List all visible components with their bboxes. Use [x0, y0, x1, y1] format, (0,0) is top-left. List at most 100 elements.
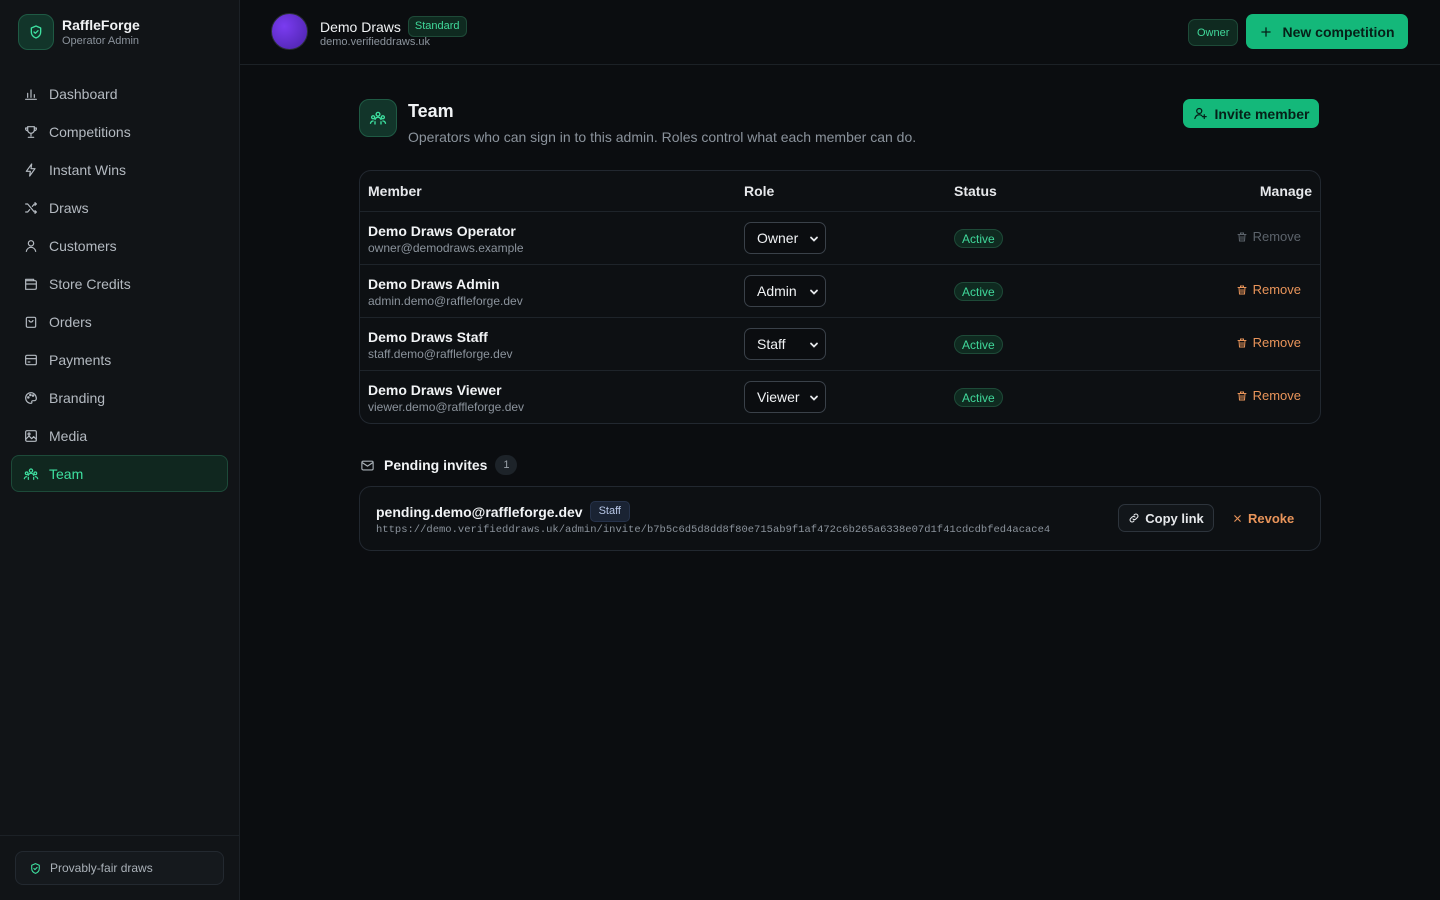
trash-icon — [1237, 391, 1247, 400]
tenant-logo — [271, 13, 308, 50]
image-icon — [25, 429, 37, 442]
trash-icon — [1237, 285, 1247, 294]
users-icon — [23, 467, 39, 480]
brand-name: RaffleForge — [62, 16, 140, 33]
shuffle-icon — [25, 201, 37, 214]
status-badge: Active — [954, 335, 1003, 354]
page-title: Team — [408, 101, 454, 121]
trophy-icon — [24, 125, 38, 138]
member-email: viewer.demo@raffleforge.dev — [368, 400, 525, 414]
status-badge: Active — [954, 388, 1003, 407]
chevron-down-icon — [810, 289, 818, 295]
plus-icon — [1261, 26, 1272, 37]
sidebar-item-branding[interactable]: Branding — [11, 379, 228, 416]
topbar: Demo Draws Standard demo.verifieddraws.u… — [240, 0, 1440, 65]
mail-icon — [361, 460, 374, 470]
role-badge: Owner — [1188, 19, 1239, 46]
copy-link-button[interactable]: Copy link — [1118, 504, 1214, 532]
remove-member-button: Remove — [1236, 229, 1301, 244]
close-icon — [1234, 514, 1241, 522]
role-select-value: Staff — [757, 336, 786, 352]
member-name: Demo Draws Staff — [368, 329, 488, 345]
bag-icon — [25, 316, 37, 328]
invite-link: https://demo.verifieddraws.uk/admin/invi… — [376, 524, 1051, 536]
invite-email: pending.demo@raffleforge.dev — [376, 503, 583, 520]
provably-fair-label: Provably-fair draws — [50, 861, 153, 875]
role-select-value: Viewer — [757, 389, 800, 405]
member-name: Demo Draws Operator — [368, 223, 516, 239]
remove-label: Remove — [1252, 388, 1301, 403]
credit-card-icon — [25, 354, 37, 365]
sidebar-footer: Provably-fair draws — [0, 835, 239, 900]
brand-subtitle: Operator Admin — [62, 34, 140, 47]
header-manage: Manage — [1259, 183, 1312, 199]
invite-member-label: Invite member — [1214, 105, 1310, 122]
new-competition-label: New competition — [1282, 23, 1395, 40]
sidebar-item-dashboard[interactable]: Dashboard — [11, 75, 228, 112]
sidebar-item-label: Media — [49, 427, 88, 444]
table-header: Member Role Status Manage — [360, 171, 1320, 212]
user-plus-icon — [1193, 107, 1207, 120]
invite-card: pending.demo@raffleforge.dev Staff https… — [359, 486, 1321, 551]
new-competition-button[interactable]: New competition — [1246, 14, 1408, 49]
sidebar-item-label: Competitions — [49, 123, 131, 140]
role-select[interactable]: Staff — [744, 328, 826, 360]
remove-member-button[interactable]: Remove — [1236, 282, 1301, 297]
bolt-icon — [25, 162, 36, 177]
sidebar-item-label: Dashboard — [49, 85, 118, 102]
sidebar-item-draws[interactable]: Draws — [11, 189, 228, 226]
member-name: Demo Draws Viewer — [368, 382, 502, 398]
role-select-value: Owner — [757, 230, 799, 246]
role-select[interactable]: Admin — [744, 275, 826, 307]
header-role: Role — [744, 183, 775, 199]
remove-label: Remove — [1252, 229, 1301, 244]
sidebar-item-customers[interactable]: Customers — [11, 227, 228, 264]
sidebar-item-media[interactable]: Media — [11, 417, 228, 454]
tenant-name: Demo Draws — [320, 18, 401, 35]
member-email: admin.demo@raffleforge.dev — [368, 294, 523, 308]
sidebar-item-instant-wins[interactable]: Instant Wins — [11, 151, 228, 188]
status-badge: Active — [954, 282, 1003, 301]
sidebar-item-label: Orders — [49, 313, 92, 330]
sidebar-item-label: Draws — [49, 199, 89, 216]
revoke-invite-button[interactable]: Revoke — [1232, 504, 1294, 532]
shield-icon — [18, 14, 54, 50]
pending-count-badge: 1 — [495, 455, 518, 475]
invite-member-button[interactable]: Invite member — [1183, 99, 1319, 128]
tenant-domain: demo.verifieddraws.uk — [320, 36, 431, 48]
sidebar: RaffleForge Operator Admin Dashboard Com… — [0, 0, 240, 900]
role-select[interactable]: Owner — [744, 222, 826, 254]
role-select[interactable]: Viewer — [744, 381, 826, 413]
remove-member-button[interactable]: Remove — [1236, 388, 1301, 403]
invite-role-badge: Staff — [589, 501, 630, 522]
sidebar-nav: Dashboard Competitions Instant Wins Draw… — [11, 75, 228, 493]
copy-link-label: Copy link — [1145, 510, 1204, 526]
sidebar-item-payments[interactable]: Payments — [11, 341, 228, 378]
sidebar-item-team[interactable]: Team — [11, 455, 228, 492]
pending-invites-header: Pending invites 1 — [360, 455, 518, 475]
sidebar-item-store-credits[interactable]: Store Credits — [11, 265, 228, 302]
header-status: Status — [954, 183, 997, 199]
pending-invites-title: Pending invites — [384, 457, 488, 473]
remove-member-button[interactable]: Remove — [1236, 335, 1301, 350]
table-row: Demo Draws Admin admin.demo@raffleforge.… — [360, 265, 1320, 318]
brand[interactable]: RaffleForge Operator Admin — [18, 14, 140, 50]
sidebar-item-orders[interactable]: Orders — [11, 303, 228, 340]
sidebar-item-competitions[interactable]: Competitions — [11, 113, 228, 150]
provably-fair-badge: Provably-fair draws — [15, 851, 224, 885]
palette-icon — [25, 391, 37, 404]
member-email: staff.demo@raffleforge.dev — [368, 347, 513, 361]
link-icon — [1129, 513, 1139, 523]
sidebar-item-label: Branding — [49, 389, 106, 406]
table-row: Demo Draws Operator owner@demodraws.exam… — [360, 212, 1320, 265]
user-icon — [25, 239, 37, 252]
remove-label: Remove — [1252, 282, 1301, 297]
table-row: Demo Draws Viewer viewer.demo@raffleforg… — [360, 371, 1320, 424]
table-row: Demo Draws Staff staff.demo@raffleforge.… — [360, 318, 1320, 371]
plan-badge: Standard — [407, 16, 467, 37]
sidebar-item-label: Store Credits — [49, 275, 131, 292]
chevron-down-icon — [810, 236, 818, 242]
sidebar-item-label: Customers — [49, 237, 117, 254]
header-member: Member — [368, 183, 422, 199]
page-subtitle: Operators who can sign in to this admin.… — [408, 129, 917, 145]
